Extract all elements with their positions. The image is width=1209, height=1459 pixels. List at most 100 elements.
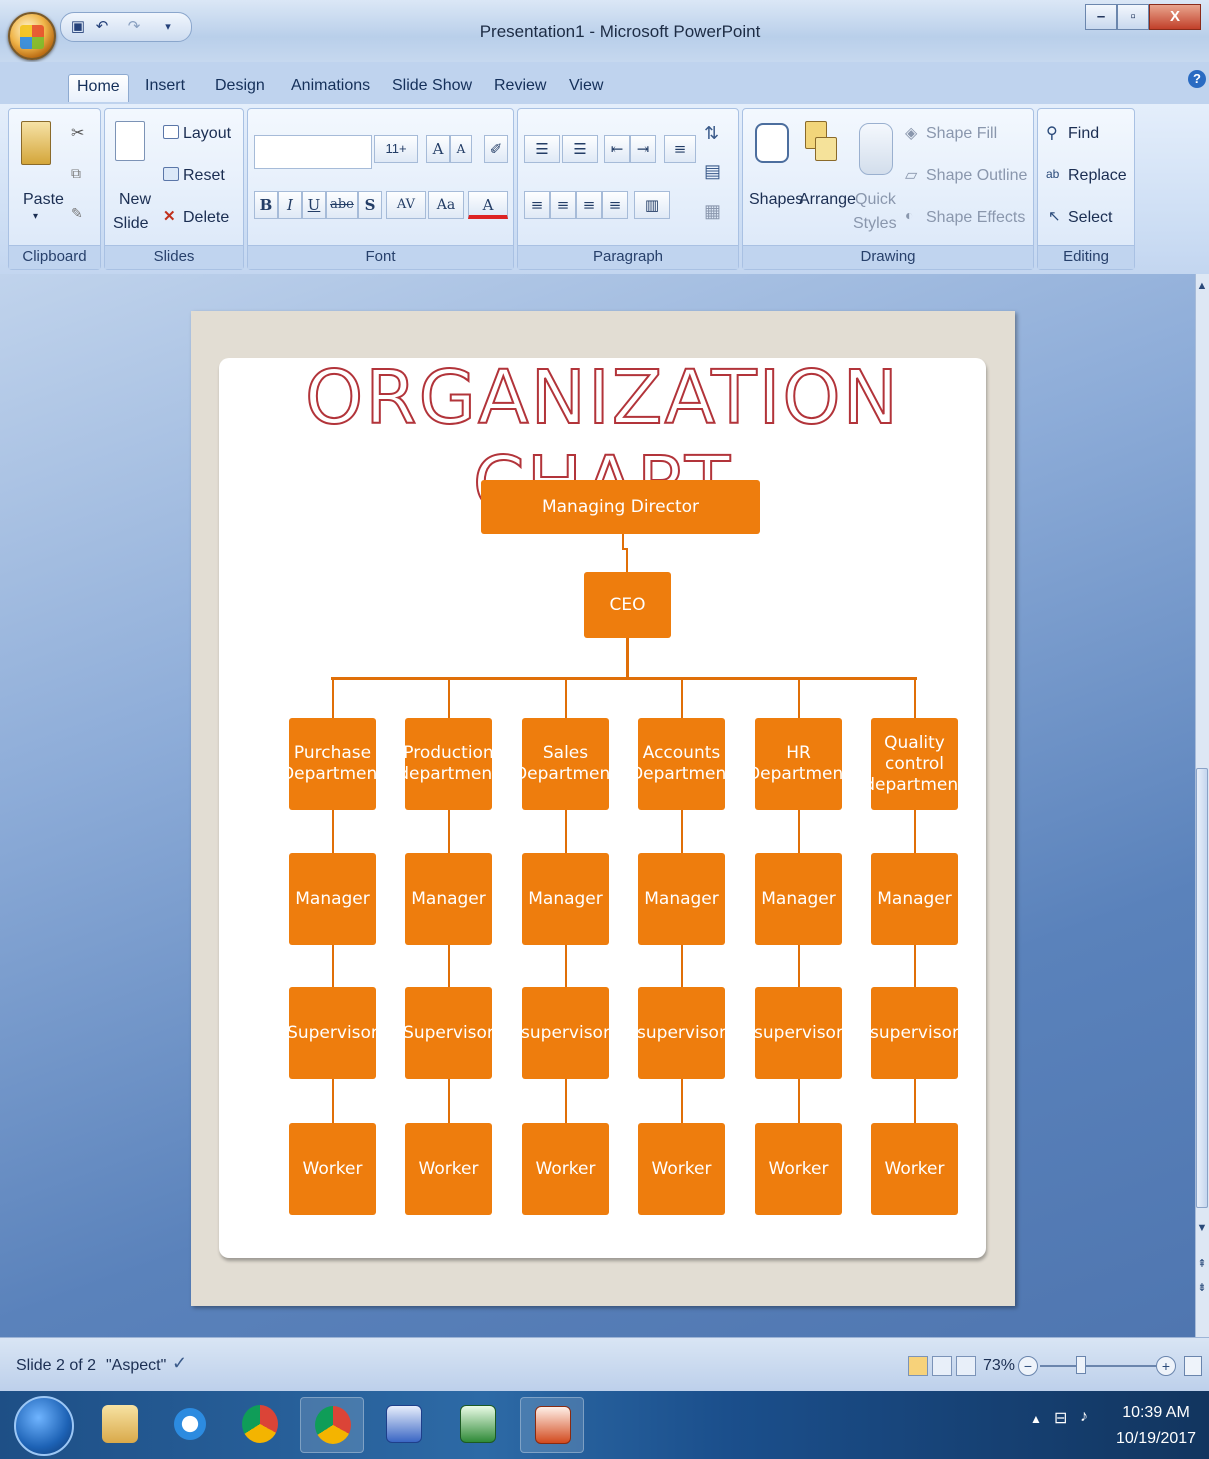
office-button[interactable] [8, 12, 56, 60]
zoom-level[interactable]: 73% [983, 1357, 1015, 1375]
tab-design[interactable]: Design [207, 74, 273, 102]
underline-button[interactable]: U [302, 191, 326, 219]
line-spacing-icon[interactable]: ≡ [664, 135, 696, 163]
font-color-button[interactable]: A [468, 191, 508, 219]
shapes-button[interactable]: Shapes [749, 191, 803, 209]
ceo-box[interactable]: CEO [584, 572, 671, 638]
layout-button[interactable]: Layout [183, 125, 231, 143]
worker-box[interactable]: Worker [755, 1123, 842, 1215]
scrollbar-thumb[interactable] [1196, 768, 1208, 1208]
font-name-input[interactable] [254, 135, 372, 169]
tab-view[interactable]: View [561, 74, 611, 102]
quick-styles-icon[interactable] [859, 123, 893, 175]
department-box[interactable]: HR Department [747, 718, 850, 810]
delete-button[interactable]: Delete [183, 209, 229, 227]
tab-home[interactable]: Home [68, 74, 129, 102]
maximize-button[interactable]: ▫ [1117, 4, 1149, 30]
bullets-icon[interactable]: ☰ [524, 135, 560, 163]
slide-sorter-icon[interactable] [932, 1356, 952, 1376]
character-spacing-button[interactable]: AV [386, 191, 426, 219]
shape-outline-button[interactable]: Shape Outline [926, 167, 1027, 185]
excel-taskbar-button[interactable] [446, 1397, 510, 1453]
cut-icon[interactable]: ✂ [71, 123, 84, 143]
numbering-icon[interactable]: ☰ [562, 135, 598, 163]
manager-box[interactable]: Manager [755, 853, 842, 945]
tab-insert[interactable]: Insert [137, 74, 193, 102]
arrange-button[interactable]: Arrange [799, 191, 856, 209]
paste-button[interactable]: Paste [23, 191, 64, 209]
chrome-taskbar-button[interactable] [228, 1397, 292, 1453]
italic-button[interactable]: I [278, 191, 302, 219]
previous-slide-icon[interactable]: ⇞ [1196, 1258, 1208, 1270]
powerpoint-taskbar-button[interactable] [520, 1397, 584, 1453]
bold-button[interactable]: B [254, 191, 278, 219]
quick-styles-label-2[interactable]: Styles [853, 215, 897, 233]
tab-review[interactable]: Review [486, 74, 554, 102]
minimize-button[interactable]: – [1085, 4, 1117, 30]
justify-icon[interactable]: ≡ [602, 191, 628, 219]
supervisor-box[interactable]: Supervisor [403, 987, 494, 1079]
align-right-icon[interactable]: ≡ [576, 191, 602, 219]
shape-fill-button[interactable]: Shape Fill [926, 125, 997, 143]
tab-animations[interactable]: Animations [283, 74, 378, 102]
new-slide-button[interactable]: New [119, 191, 151, 209]
shape-effects-button[interactable]: Shape Effects [926, 209, 1025, 227]
word-taskbar-button[interactable] [372, 1397, 436, 1453]
start-button-icon[interactable] [14, 1396, 74, 1456]
redo-icon[interactable]: ↷ [125, 18, 143, 36]
manager-box[interactable]: Manager [638, 853, 725, 945]
undo-icon[interactable]: ↶ [93, 18, 111, 36]
shadow-button[interactable]: S [358, 191, 382, 219]
shrink-font-icon[interactable]: A [450, 135, 472, 163]
align-left-icon[interactable]: ≡ [524, 191, 550, 219]
change-case-button[interactable]: Aa [428, 191, 464, 219]
department-box[interactable]: Quality control department [864, 718, 965, 810]
normal-view-icon[interactable] [908, 1356, 928, 1376]
help-icon[interactable]: ? [1188, 70, 1206, 88]
managing-director-box[interactable]: Managing Director [481, 480, 760, 534]
worker-box[interactable]: Worker [871, 1123, 958, 1215]
volume-icon[interactable]: ♪ [1080, 1408, 1088, 1426]
department-box[interactable]: Purchase Department [281, 718, 384, 810]
select-button[interactable]: Select [1068, 209, 1112, 227]
copy-icon[interactable]: ⧉ [71, 165, 81, 182]
columns-icon[interactable]: ▥ [634, 191, 670, 219]
scroll-down-icon[interactable]: ▼ [1196, 1222, 1208, 1234]
slide-show-view-icon[interactable] [956, 1356, 976, 1376]
shapes-icon[interactable] [755, 123, 789, 163]
supervisor-box[interactable]: supervisor [637, 987, 726, 1079]
paste-icon[interactable] [21, 121, 51, 165]
reset-button[interactable]: Reset [183, 167, 225, 185]
replace-button[interactable]: Replace [1068, 167, 1127, 185]
zoom-out-button[interactable]: − [1018, 1356, 1038, 1376]
supervisor-box[interactable]: supervisor [521, 987, 610, 1079]
align-center-icon[interactable]: ≡ [550, 191, 576, 219]
ie-taskbar-button[interactable] [158, 1397, 222, 1453]
grow-font-icon[interactable]: A [426, 135, 450, 163]
new-slide-icon[interactable] [115, 121, 145, 161]
align-text-icon[interactable]: ▤ [704, 161, 721, 182]
manager-box[interactable]: Manager [522, 853, 609, 945]
manager-box[interactable]: Manager [289, 853, 376, 945]
department-box[interactable]: Production department [398, 718, 499, 810]
format-painter-icon[interactable]: ✎ [71, 205, 83, 222]
new-slide-label-2[interactable]: Slide [113, 215, 149, 233]
strikethrough-button[interactable]: abe [326, 191, 358, 219]
next-slide-icon[interactable]: ⇟ [1196, 1282, 1208, 1294]
chrome-taskbar-button-2[interactable] [300, 1397, 364, 1453]
show-hidden-icons-icon[interactable]: ▲ [1030, 1412, 1042, 1426]
zoom-slider-thumb[interactable] [1076, 1356, 1086, 1374]
supervisor-box[interactable]: supervisor [870, 987, 959, 1079]
save-icon[interactable]: ▣ [69, 18, 87, 36]
clear-formatting-icon[interactable]: ✐ [484, 135, 508, 163]
smartart-icon[interactable]: ▦ [704, 201, 721, 222]
worker-box[interactable]: Worker [405, 1123, 492, 1215]
font-size-input[interactable]: 11+ [374, 135, 418, 163]
worker-box[interactable]: Worker [289, 1123, 376, 1215]
find-button[interactable]: Find [1068, 125, 1099, 143]
manager-box[interactable]: Manager [871, 853, 958, 945]
scroll-up-icon[interactable]: ▲ [1196, 280, 1208, 292]
worker-box[interactable]: Worker [638, 1123, 725, 1215]
explorer-taskbar-button[interactable] [88, 1397, 152, 1453]
paste-dropdown-icon[interactable]: ▾ [33, 211, 38, 222]
